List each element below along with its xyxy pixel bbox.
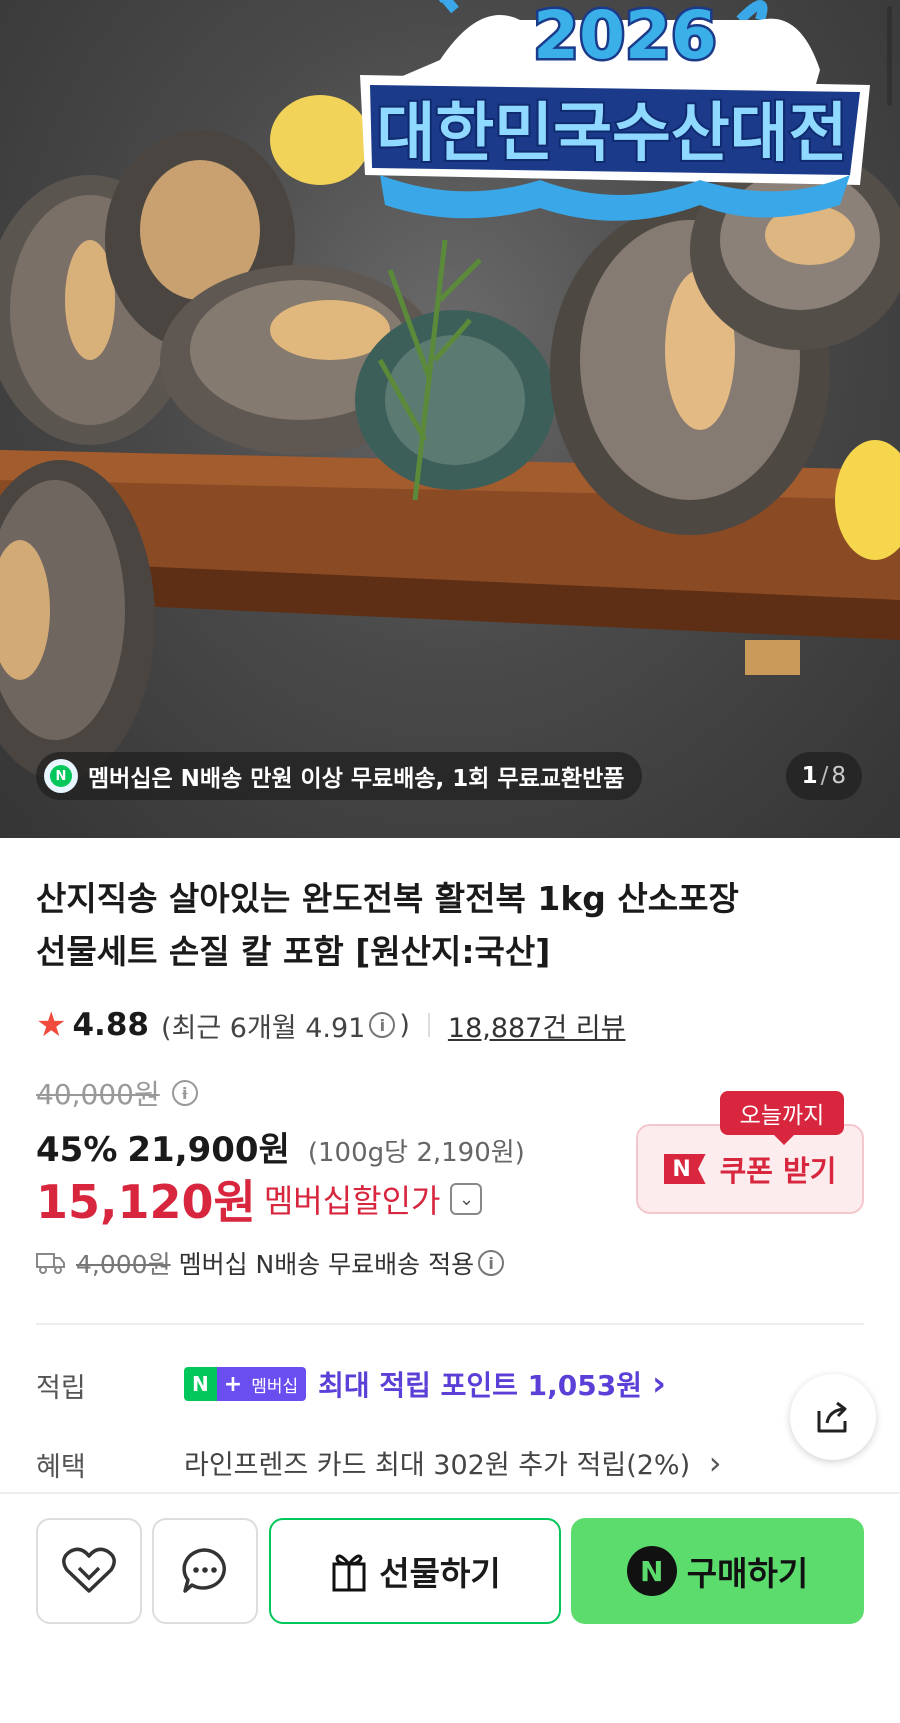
benefit-label: 혜택 [36, 1452, 86, 1483]
naver-plus-icon: N [44, 759, 78, 793]
share-icon [817, 1401, 847, 1433]
gift-label: 선물하기 [379, 1554, 501, 1593]
chat-button[interactable] [152, 1518, 258, 1624]
recent-rating-close: ) [399, 1009, 410, 1041]
truck-icon [36, 1253, 65, 1274]
banner-year: 2026 [533, 0, 717, 74]
rating-row: ★ 4.88 (최근 6개월 4.91 i ) 18,887건 리뷰 [36, 1005, 625, 1045]
star-icon: ★ [36, 1005, 67, 1045]
badge-n: N [184, 1367, 217, 1401]
gift-button[interactable]: 선물하기 [269, 1518, 561, 1624]
review-count-link[interactable]: 18,887건 리뷰 [448, 1006, 626, 1045]
member-price: 15,120원 [36, 1175, 256, 1229]
discount-percent: 45% [36, 1130, 118, 1170]
abalone-product-photo: 2026 대한민국수산대전 [0, 0, 900, 780]
info-icon[interactable]: i [369, 1012, 396, 1038]
price-info-icon[interactable]: i [171, 1080, 198, 1106]
sale-price-row: 45% 21,900원 (100g당 2,190원) [36, 1122, 525, 1171]
chevron-right-icon: › [708, 1444, 722, 1482]
naver-plus-membership-badge: N + 멤버십 [184, 1367, 307, 1401]
coupon-label: 쿠폰 받기 [719, 1154, 837, 1188]
points-label: 적립 [36, 1373, 86, 1404]
divider [427, 1013, 430, 1037]
benefit-link[interactable]: 라인프렌즈 카드 최대 302원 추가 적립(2%) › [184, 1443, 722, 1482]
shipping-row: 4,000원 멤버십 N배송 무료배송 적용 i [36, 1245, 508, 1281]
banner-title: 대한민국수산대전 [376, 97, 847, 171]
gift-icon [332, 1554, 366, 1592]
original-price: 40,000원 i [36, 1073, 202, 1113]
image-index: 1 [801, 763, 818, 789]
badge-member: 멤버십 [249, 1367, 307, 1401]
buy-label: 구매하기 [686, 1554, 809, 1593]
naver-coupon-icon: N [663, 1154, 706, 1184]
product-title: 산지직송 살아있는 완도전복 활전복 1kg 산소포장 선물세트 손질 칼 포함… [36, 872, 796, 978]
points-text: 최대 적립 포인트 1,053원 [318, 1369, 643, 1402]
points-link[interactable]: N + 멤버십 최대 적립 포인트 1,053원 › [184, 1364, 666, 1404]
naver-pay-icon: N [626, 1546, 677, 1596]
chat-bubble-icon [182, 1548, 226, 1593]
shipping-text: 멤버십 N배송 무료배송 적용 [178, 1250, 475, 1279]
product-title-line1: 산지직송 살아있는 완도전복 활전복 1kg 산소포장 [36, 879, 739, 918]
shipping-info-icon[interactable]: i [478, 1250, 505, 1276]
member-price-row: 15,120원 멤버십할인가 ⌄ [36, 1166, 483, 1232]
coupon-button[interactable]: N 쿠폰 받기 [636, 1124, 864, 1214]
promo-text: 멤버십은 N배송 만원 이상 무료배송, 1회 무료교환반품 [88, 766, 625, 792]
scrollbar[interactable] [887, 6, 892, 106]
heart-icon [62, 1547, 116, 1593]
recent-rating: (최근 6개월 4.91 [160, 1012, 366, 1044]
member-price-label: 멤버십할인가 [263, 1182, 441, 1220]
membership-promo-pill[interactable]: N 멤버십은 N배송 만원 이상 무료배송, 1회 무료교환반품 [36, 752, 643, 800]
sale-price: 21,900원 [127, 1130, 290, 1170]
buy-button[interactable]: N 구매하기 [571, 1518, 864, 1624]
chevron-down-icon[interactable]: ⌄ [450, 1183, 483, 1215]
original-price-value: 40,000원 [36, 1078, 160, 1111]
today-only-badge: 오늘까지 [720, 1091, 844, 1145]
share-button[interactable] [790, 1374, 876, 1460]
product-title-line2: 선물세트 손질 칼 포함 [원산지:국산] [36, 932, 551, 971]
counter-separator: / [820, 763, 829, 789]
section-divider [36, 1323, 864, 1325]
wishlist-button[interactable] [36, 1518, 142, 1624]
rating-score: 4.88 [72, 1007, 149, 1043]
unit-price: (100g당 2,190원) [307, 1138, 525, 1168]
chevron-right-icon: › [652, 1364, 667, 1404]
action-bar-divider [0, 1492, 900, 1494]
benefit-text: 라인프렌즈 카드 최대 302원 추가 적립(2%) [184, 1450, 691, 1481]
image-counter: 1 / 8 [785, 752, 862, 800]
old-shipping-fee: 4,000원 [76, 1250, 171, 1279]
image-total: 8 [831, 763, 846, 789]
badge-plus: + [216, 1367, 250, 1401]
product-image-carousel[interactable]: 2026 대한민국수산대전 N 멤버십은 N배송 만원 이상 무료배송, 1회 … [0, 0, 900, 838]
